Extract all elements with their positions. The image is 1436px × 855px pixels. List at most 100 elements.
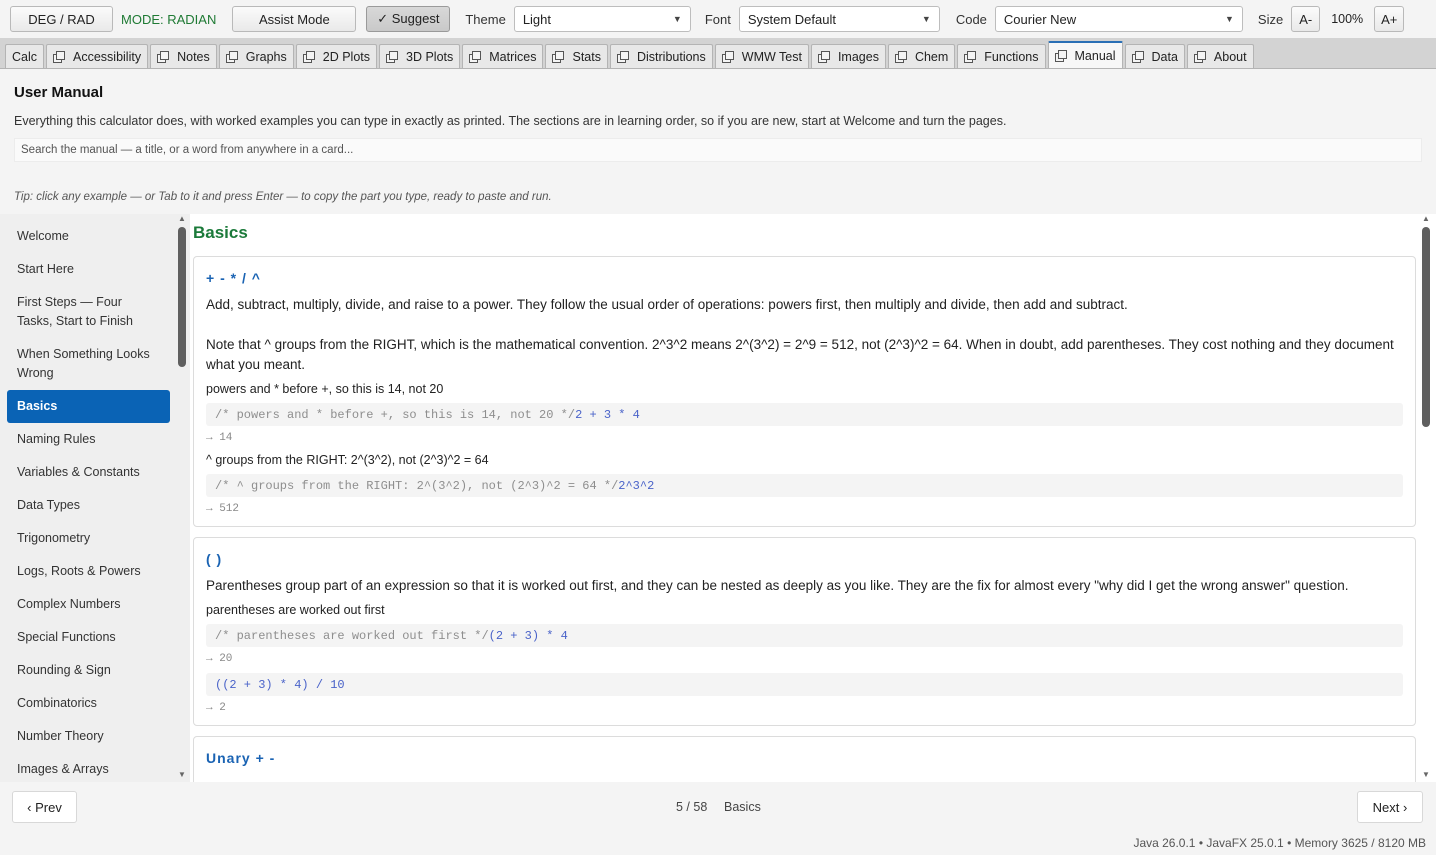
chevron-down-icon: ▼ [672,14,682,24]
tab-chem[interactable]: Chem [887,44,956,68]
sidebar-item-welcome[interactable]: Welcome [7,220,170,253]
tab-images[interactable]: Images [810,44,886,68]
detach-tab-icon[interactable] [894,51,907,63]
detach-tab-icon[interactable] [1193,51,1206,63]
increase-size-button[interactable]: A+ [1374,6,1405,32]
sidebar-item-variables-constants[interactable]: Variables & Constants [7,456,170,489]
page-title: User Manual [14,84,104,101]
next-page-button[interactable]: Next › [1357,791,1423,823]
tab-3d-plots[interactable]: 3D Plots [379,44,461,68]
tab-wmw-test[interactable]: WMW Test [714,44,809,68]
sidebar-item-label: Special Functions [17,630,116,644]
tab-accessibility[interactable]: Accessibility [46,44,149,68]
sidebar-item-naming-rules[interactable]: Naming Rules [7,423,170,456]
sidebar-item-rounding-sign[interactable]: Rounding & Sign [7,654,170,687]
assist-mode-button[interactable]: Assist Mode [232,6,357,32]
tab-bar: Calc Accessibility Notes Graphs 2D Plots 3D P… [0,38,1436,69]
sidebar-item-label: Rounding & Sign [17,663,111,677]
code-font-select[interactable]: Courier New ▼ [994,6,1243,32]
sidebar-item-number-theory[interactable]: Number Theory [7,720,170,753]
sidebar-item-basics[interactable]: Basics [7,390,170,423]
code-font-label: Code [955,11,987,27]
sidebar-item-label: Trigonometry [17,531,91,545]
tab-label: Matrices [489,49,537,64]
tab-2d-plots[interactable]: 2D Plots [295,44,377,68]
tab-stats[interactable]: Stats [545,44,608,68]
sidebar-scrollbar[interactable]: ▲ ▼ [176,214,188,782]
example-label: ^ groups from the RIGHT: 2^(3^2), not (2… [206,453,489,467]
detach-tab-icon[interactable] [721,51,734,63]
prev-page-button[interactable]: ‹ Prev [12,791,77,823]
sidebar-item-first-steps-four-tasks-start-to-finish[interactable]: First Steps — Four Tasks, Start to Finis… [7,286,170,338]
zoom-level: 100% [1331,12,1364,26]
sidebar-item-label: Logs, Roots & Powers [17,564,141,578]
sidebar-item-label: Complex Numbers [17,597,121,611]
detach-tab-icon[interactable] [1054,50,1067,62]
example-result: → 2 [206,702,226,714]
code-expression: ((2 + 3) * 4) / 10 [215,677,345,692]
sidebar-item-data-types[interactable]: Data Types [7,489,170,522]
card-heading: + - * / ^ [206,270,261,286]
code-expression: 2 + 3 * 4 [575,407,640,422]
sidebar-item-label: Combinatorics [17,696,97,710]
chevron-down-icon[interactable]: ▼ [1422,770,1430,779]
detach-tab-icon[interactable] [616,51,629,63]
chevron-down-icon: ▼ [921,14,931,24]
sidebar-item-label: Start Here [17,262,74,276]
content-scrollbar[interactable]: ▲ ▼ [1420,214,1432,782]
sidebar-item-when-something-looks-wrong[interactable]: When Something Looks Wrong [7,338,170,390]
manual-card-parentheses: ( ) Parentheses group part of an express… [193,537,1416,726]
sidebar-item-combinatorics[interactable]: Combinatorics [7,687,170,720]
sidebar-item-complex-numbers[interactable]: Complex Numbers [7,588,170,621]
sidebar-item-images-arrays[interactable]: Images & Arrays [7,753,170,782]
card-heading: Unary + - [206,750,276,766]
font-label: Font [704,11,731,27]
suggest-toggle-button[interactable]: ✓ Suggest [366,6,451,32]
code-comment: /* powers and * before +, so this is 14,… [215,407,576,422]
chevron-up-icon[interactable]: ▲ [1422,214,1430,223]
deg-rad-toggle-button[interactable]: DEG / RAD [10,6,113,32]
tab-label: Accessibility [73,49,142,64]
detach-tab-icon[interactable] [817,51,830,63]
detach-tab-icon[interactable] [302,51,315,63]
sidebar-scroll-thumb[interactable] [178,227,186,367]
tab-graphs[interactable]: Graphs [218,44,294,68]
example-label: powers and * before +, so this is 14, no… [206,382,444,396]
detach-tab-icon[interactable] [225,51,238,63]
content-scroll-thumb[interactable] [1422,227,1430,427]
sidebar-item-label: Data Types [17,498,81,512]
tab-calc[interactable]: Calc [5,44,45,68]
tab-notes[interactable]: Notes [150,44,217,68]
detach-tab-icon[interactable] [53,51,66,63]
detach-tab-icon[interactable] [964,51,977,63]
sidebar-item-special-functions[interactable]: Special Functions [7,621,170,654]
detach-tab-icon[interactable] [469,51,482,63]
sidebar-item-trigonometry[interactable]: Trigonometry [7,522,170,555]
tab-about[interactable]: About [1186,44,1254,68]
decrease-size-button[interactable]: A- [1291,6,1321,32]
example-code[interactable]: ((2 + 3) * 4) / 10 [206,673,1403,696]
detach-tab-icon[interactable] [386,51,398,63]
code-comment: /* ^ groups from the RIGHT: 2^(3^2), not… [215,478,619,493]
card-paragraph: Add, subtract, multiply, divide, and rai… [206,297,1128,312]
tab-data[interactable]: Data [1124,44,1185,68]
section-title: Basics [193,223,248,242]
example-code[interactable]: /* ^ groups from the RIGHT: 2^(3^2), not… [206,474,1403,497]
sidebar-item-logs-roots-powers[interactable]: Logs, Roots & Powers [7,555,170,588]
chevron-down-icon[interactable]: ▼ [178,770,186,779]
sidebar-item-start-here[interactable]: Start Here [7,253,170,286]
tab-matrices[interactable]: Matrices [462,44,544,68]
example-code[interactable]: /* parentheses are worked out first */ (… [206,624,1403,647]
detach-tab-icon[interactable] [1131,51,1144,63]
sidebar-item-label: Welcome [17,229,69,243]
tab-manual[interactable]: Manual [1047,41,1123,68]
chevron-up-icon[interactable]: ▲ [178,214,186,223]
search-input[interactable]: Search the manual — a title, or a word f… [14,138,1422,162]
detach-tab-icon[interactable] [552,51,565,63]
theme-select[interactable]: Light ▼ [513,6,691,32]
detach-tab-icon[interactable] [157,51,170,63]
font-select[interactable]: System Default ▼ [738,6,940,32]
example-code[interactable]: /* powers and * before +, so this is 14,… [206,403,1403,426]
tab-functions[interactable]: Functions [957,44,1046,68]
tab-distributions[interactable]: Distributions [609,44,713,68]
